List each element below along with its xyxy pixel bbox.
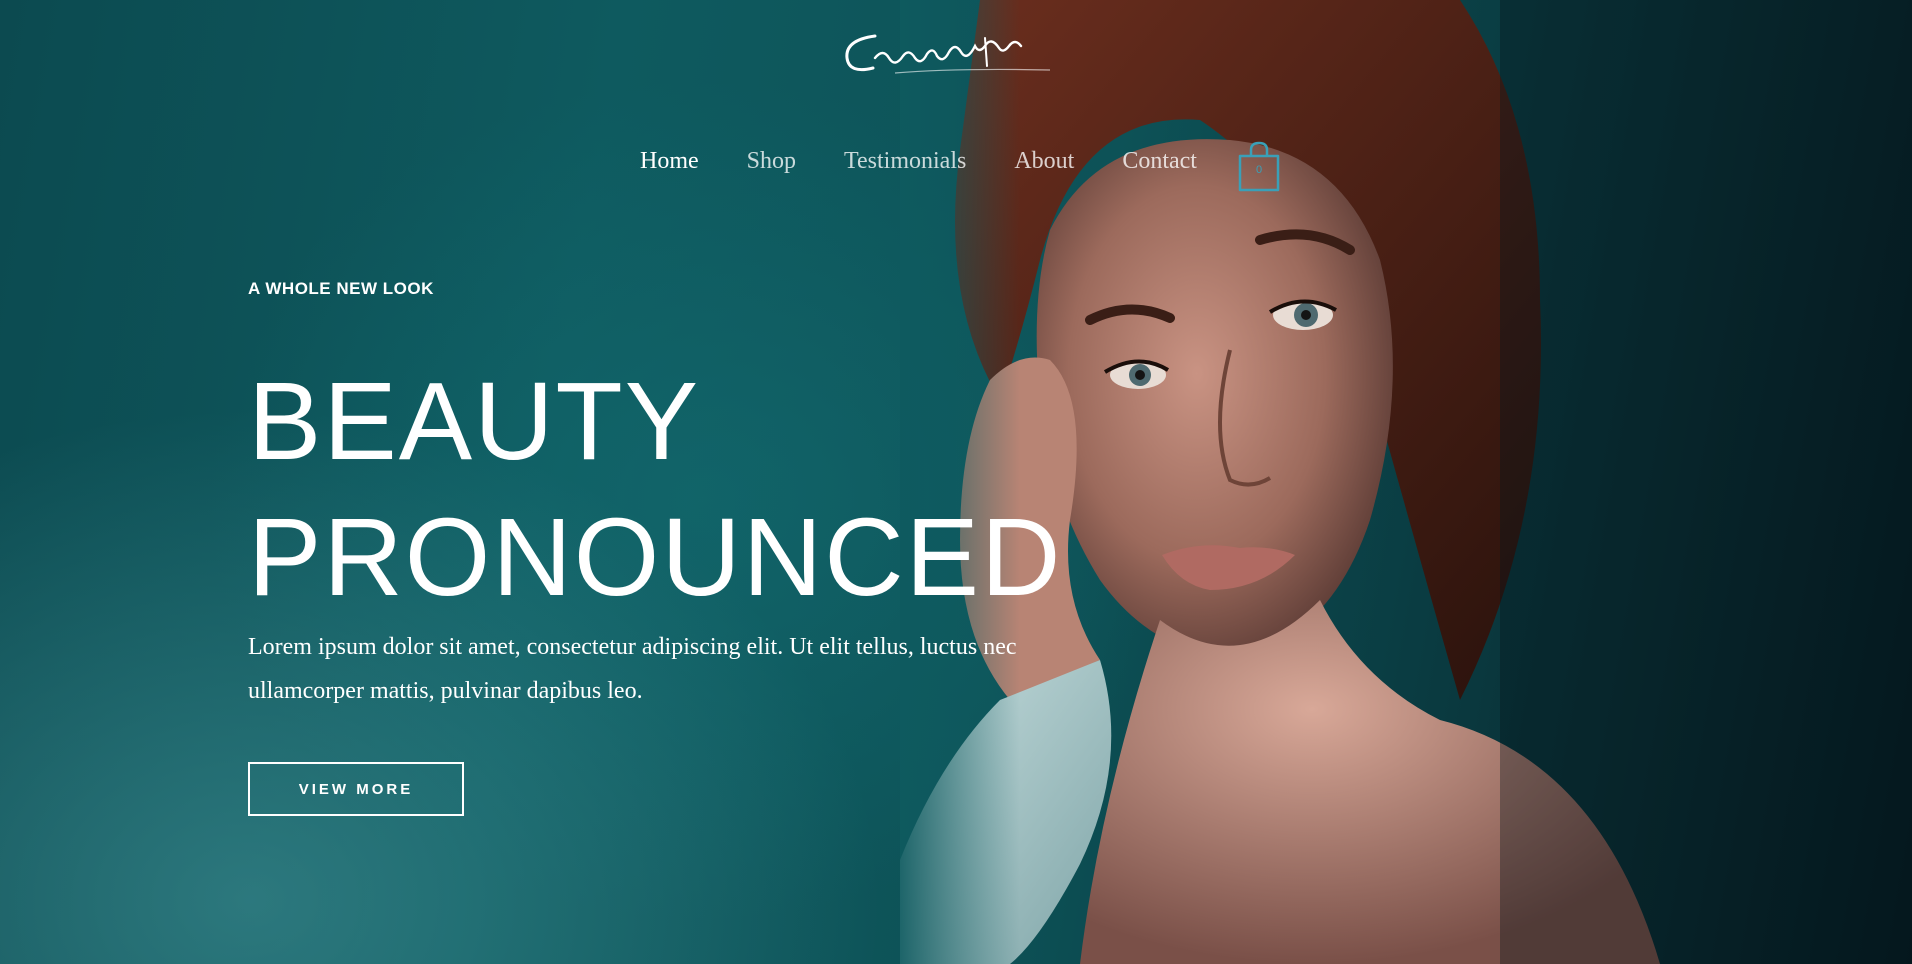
- cart-button[interactable]: 0: [1236, 140, 1282, 194]
- hero-body-text: Lorem ipsum dolor sit amet, consectetur …: [248, 634, 1017, 704]
- nav-item-testimonials[interactable]: Testimonials: [844, 148, 966, 175]
- nav-item-shop[interactable]: Shop: [747, 148, 796, 175]
- hero-headline: BEAUTY PRONOUNCED: [248, 354, 1063, 626]
- nav-item-contact[interactable]: Contact: [1122, 148, 1197, 175]
- hero-eyebrow: A WHOLE NEW LOOK: [248, 279, 434, 298]
- view-more-button[interactable]: VIEW MORE: [248, 762, 464, 816]
- cart-count: 0: [1255, 164, 1263, 176]
- hero-headline-line2: PRONOUNCED: [248, 496, 1063, 619]
- hero-headline-line1: BEAUTY: [248, 360, 701, 483]
- main-nav: Home Shop Testimonials About Contact: [640, 148, 1245, 175]
- nav-item-about[interactable]: About: [1014, 148, 1074, 175]
- nav-item-home[interactable]: Home: [640, 148, 699, 175]
- brand-logo[interactable]: [835, 18, 1065, 88]
- hero-section: Home Shop Testimonials About Contact 0 A…: [0, 0, 1912, 964]
